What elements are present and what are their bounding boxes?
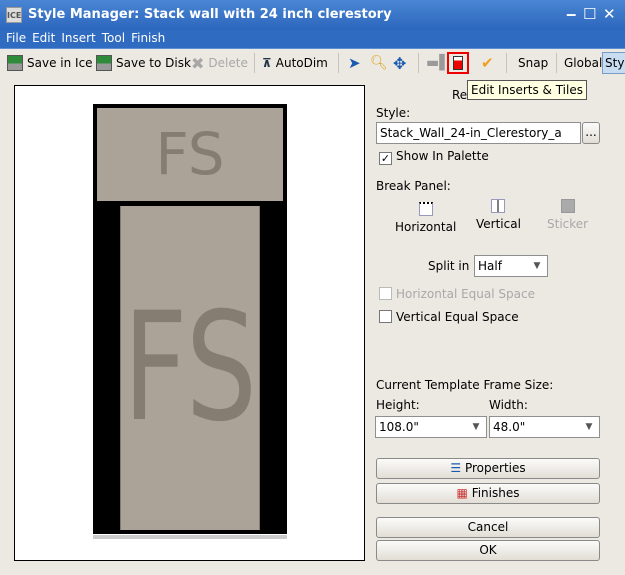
sticker-label: Sticker — [547, 217, 589, 231]
autodim-icon: ⊼ — [262, 56, 272, 70]
height-label: Height: — [376, 398, 420, 412]
vertical-label: Vertical — [476, 217, 521, 231]
list-icon: ☰ — [450, 461, 462, 475]
properties-button[interactable]: ☰ Properties — [376, 458, 600, 479]
separator — [506, 53, 507, 73]
width-select[interactable]: 48.0" ▼ — [489, 416, 600, 438]
style-tab-button[interactable]: Sty — [602, 52, 625, 74]
vertical-equal-space-checkbox[interactable]: Vertical Equal Space — [379, 310, 519, 324]
menu-edit[interactable]: Edit — [32, 31, 55, 45]
horizontal-label: Horizontal — [395, 220, 457, 234]
checkbox-icon — [379, 287, 392, 300]
chevron-down-icon: ▼ — [585, 422, 593, 432]
chevron-down-icon: ▼ — [533, 261, 541, 271]
wall-shadow — [93, 535, 287, 539]
sticker-icon — [560, 199, 575, 213]
browse-button[interactable]: ... — [582, 122, 600, 144]
global-button[interactable]: Global — [564, 54, 602, 72]
autodim-button[interactable]: ⊼ AutoDim — [262, 54, 328, 72]
menu-bar: File Edit Insert Tool Finish — [0, 30, 625, 48]
pan-move-button[interactable]: ✥ — [393, 54, 406, 73]
sticker-button[interactable]: Sticker — [547, 199, 588, 231]
title-bar: ICE Style Manager: Stack wall with 24 in… — [0, 0, 625, 30]
top-panel-finish[interactable]: FS — [97, 108, 283, 201]
ok-button[interactable]: OK — [376, 540, 600, 561]
select-arrow-button[interactable]: ➤ — [348, 54, 361, 72]
style-label: Style: — [376, 106, 411, 120]
save-to-disk-label: Save to Disk — [116, 56, 191, 70]
tooltip: Edit Inserts & Tiles — [467, 80, 587, 100]
save-to-disk-button[interactable]: Save to Disk — [96, 54, 191, 72]
bottom-panel-finish[interactable]: FS — [120, 206, 260, 530]
minimize-icon[interactable]: ‒ — [566, 5, 576, 23]
maximize-icon[interactable]: ☐ — [583, 5, 596, 23]
window-title: Style Manager: Stack wall with 24 inch c… — [28, 7, 392, 22]
chevron-down-icon: ▼ — [472, 422, 480, 432]
snap-button[interactable]: Snap — [518, 54, 548, 72]
horizontal-break-icon — [418, 202, 433, 216]
style-field[interactable]: Stack_Wall_24-in_Clerestory_a — [376, 122, 581, 144]
check-icon[interactable]: ✔ — [481, 54, 494, 72]
disk-icon — [7, 55, 23, 71]
v-equal-label: Vertical Equal Space — [396, 310, 519, 324]
menu-finish[interactable]: Finish — [131, 31, 165, 45]
style-preview-canvas[interactable]: FS FS — [14, 85, 365, 561]
show-in-palette-checkbox[interactable]: ✓ Show In Palette — [379, 149, 489, 165]
delete-button[interactable]: ✖ Delete — [191, 53, 248, 73]
horizontal-equal-space-checkbox[interactable]: Horizontal Equal Space — [379, 287, 535, 301]
finishes-label: Finishes — [471, 486, 520, 500]
separator — [418, 53, 419, 73]
autodim-label: AutoDim — [275, 56, 328, 70]
break-panel-label: Break Panel: — [376, 179, 451, 193]
stack-wall: FS FS — [93, 104, 287, 534]
height-select[interactable]: 108.0" ▼ — [375, 416, 487, 438]
height-value: 108.0" — [379, 420, 419, 434]
vertical-break-icon — [491, 199, 506, 213]
frame-size-label: Current Template Frame Size: — [376, 378, 554, 392]
cancel-button[interactable]: Cancel — [376, 517, 600, 538]
vertical-break-button[interactable]: Vertical — [476, 199, 521, 231]
app-icon: ICE — [6, 7, 22, 23]
finishes-button[interactable]: ▦ Finishes — [376, 483, 600, 504]
save-in-ice-label: Save in Ice — [27, 56, 93, 70]
disk-icon — [96, 55, 112, 71]
menu-file[interactable]: File — [6, 31, 26, 45]
insert-tile-icon — [453, 56, 463, 70]
separator — [254, 53, 255, 73]
horizontal-break-button[interactable]: Horizontal — [395, 199, 456, 234]
re-label: Re — [452, 88, 468, 102]
checkmark-icon: ✓ — [379, 152, 392, 165]
width-label: Width: — [489, 398, 528, 412]
zoom-magnifier-button[interactable]: 🔍︎ — [370, 54, 388, 72]
width-value: 48.0" — [493, 420, 526, 434]
checkbox-icon — [379, 310, 392, 323]
properties-label: Properties — [464, 461, 526, 475]
split-in-value: Half — [478, 259, 502, 273]
edit-inserts-tiles-button[interactable] — [447, 52, 469, 74]
split-in-label: Split in — [428, 259, 470, 273]
split-in-select[interactable]: Half ▼ — [474, 255, 548, 277]
separator — [556, 53, 557, 73]
finishes-grid-icon: ▦ — [456, 486, 468, 500]
h-equal-label: Horizontal Equal Space — [396, 287, 535, 301]
show-in-palette-label: Show In Palette — [396, 149, 489, 163]
menu-tool[interactable]: Tool — [102, 31, 125, 45]
toolbar: Save in Ice Save to Disk ✖ Delete ⊼ AutoDi… — [0, 48, 625, 76]
menu-insert[interactable]: Insert — [61, 31, 95, 45]
separator — [338, 53, 339, 73]
save-in-ice-button[interactable]: Save in Ice — [7, 54, 93, 72]
close-icon[interactable]: ✕ — [603, 5, 616, 23]
delete-x-icon: ✖ — [191, 53, 205, 73]
delete-label: Delete — [208, 56, 248, 70]
